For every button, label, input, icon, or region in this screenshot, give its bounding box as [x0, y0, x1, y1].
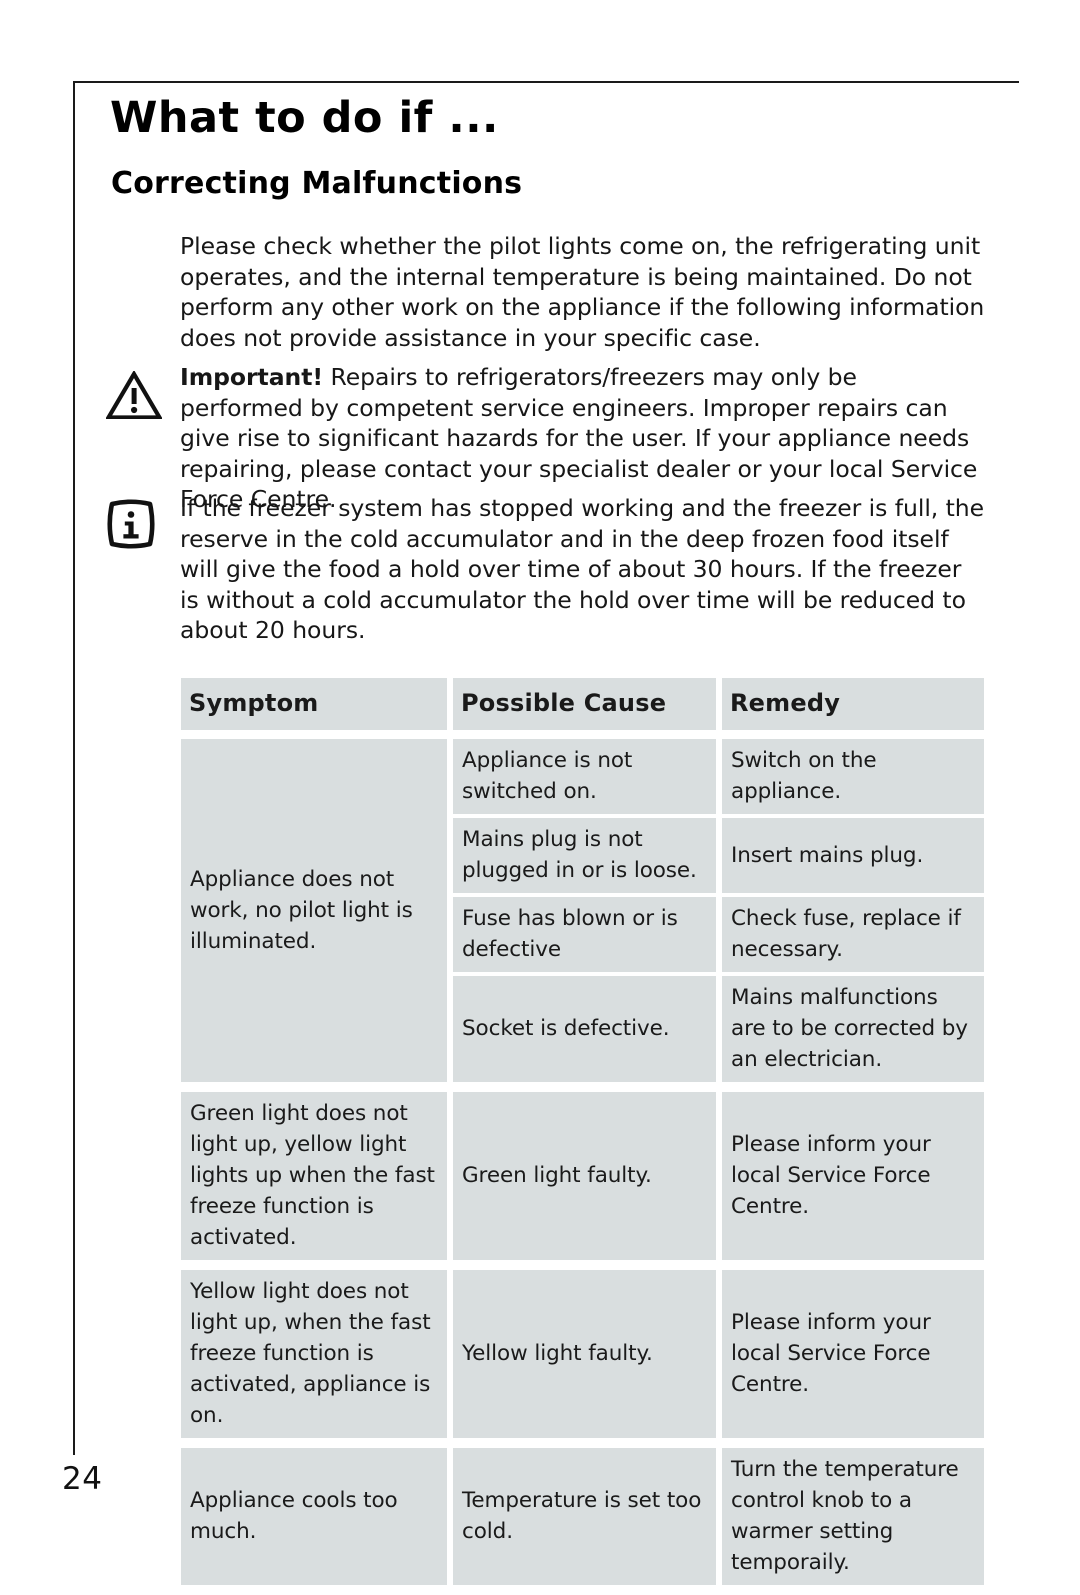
table-cell-remedy-text: Switch on the appliance.: [731, 748, 877, 804]
table-cell-remedy: Mains malfunctions are to be corrected b…: [722, 976, 984, 1082]
table-header-cause-label: Possible Cause: [461, 689, 667, 717]
table-cell-symptom: Appliance does not work, no pilot light …: [181, 739, 447, 1082]
table-cell-remedy: Switch on the appliance.: [722, 739, 984, 814]
table-cell-symptom-text: Green light does not light up, yellow li…: [190, 1101, 435, 1250]
table-header-remedy: Remedy: [722, 678, 984, 730]
table-cell-remedy: Please inform your local Service Force C…: [722, 1092, 984, 1260]
table-row-group: Appliance does not work, no pilot light …: [181, 739, 984, 1082]
intro-paragraph: Please check whether the pilot lights co…: [180, 232, 985, 352]
table-row: Fuse has blown or is defective Check fus…: [453, 897, 984, 972]
table-cell-cause-text: Temperature is set too cold.: [462, 1488, 702, 1544]
malfunction-table: Symptom Possible Cause Remedy Appliance …: [181, 678, 984, 1595]
table-cell-remedy-text: Turn the temperature control knob to a w…: [731, 1457, 959, 1575]
table-row-group: Green light does not light up, yellow li…: [181, 1092, 984, 1260]
table-header-symptom-label: Symptom: [189, 689, 319, 717]
table-row: Mains plug is not plugged in or is loose…: [453, 818, 984, 893]
table-cell-symptom: Yellow light does not light up, when the…: [181, 1270, 447, 1438]
table-row: Appliance is not switched on. Switch on …: [453, 739, 984, 814]
table-cell-symptom: Appliance cools too much.: [181, 1448, 447, 1585]
table-cell-remedy: Check fuse, replace if necessary.: [722, 897, 984, 972]
table-header-symptom: Symptom: [181, 678, 447, 730]
table-cell-cause: Fuse has blown or is defective: [453, 897, 716, 972]
table-cell-cause-text: Yellow light faulty.: [462, 1341, 653, 1366]
table-cell-remedy-text: Please inform your local Service Force C…: [731, 1132, 931, 1219]
table-row: Socket is defective. Mains malfunctions …: [453, 976, 984, 1082]
section-title: Correcting Malfunctions: [111, 166, 523, 201]
table-row-group: Yellow light does not light up, when the…: [181, 1270, 984, 1438]
table-cell-remedy: Turn the temperature control knob to a w…: [722, 1448, 984, 1585]
important-lead: Important!: [180, 363, 324, 391]
table-cell-cause-text: Fuse has blown or is defective: [462, 906, 678, 962]
table-cell-cause: Temperature is set too cold.: [453, 1448, 716, 1585]
table-cell-remedy: Insert mains plug.: [722, 818, 984, 893]
table-cell-remedy: Please inform your local Service Force C…: [722, 1270, 984, 1438]
information-icon: [107, 499, 155, 549]
table-cell-cause-text: Appliance is not switched on.: [462, 748, 633, 804]
table-cell-cause: Socket is defective.: [453, 976, 716, 1082]
table-cell-cause-text: Socket is defective.: [462, 1016, 670, 1041]
table-header-row: Symptom Possible Cause Remedy: [181, 678, 984, 730]
table-cell-cause: Green light faulty.: [453, 1092, 716, 1260]
table-row-group: Appliance cools too much. Temperature is…: [181, 1448, 984, 1585]
warning-triangle-icon: [106, 371, 162, 419]
page-left-rule: [73, 81, 75, 1455]
table-cause-remedy-stack: Appliance is not switched on. Switch on …: [453, 739, 984, 1082]
table-cell-symptom-text: Appliance cools too much.: [190, 1488, 398, 1544]
table-cell-remedy-text: Insert mains plug.: [731, 842, 924, 868]
page-top-rule: [73, 81, 1019, 83]
table-cell-cause: Yellow light faulty.: [453, 1270, 716, 1438]
table-header-remedy-label: Remedy: [730, 689, 841, 717]
table-cell-cause-text: Green light faulty.: [462, 1163, 652, 1188]
table-cell-symptom-text: Yellow light does not light up, when the…: [190, 1279, 431, 1428]
table-cell-symptom: Green light does not light up, yellow li…: [181, 1092, 447, 1260]
table-cell-remedy-text: Please inform your local Service Force C…: [731, 1310, 931, 1397]
table-cell-symptom-text: Appliance does not work, no pilot light …: [190, 866, 413, 954]
table-cell-remedy-text: Mains malfunctions are to be corrected b…: [731, 985, 968, 1072]
table-cell-remedy-text: Check fuse, replace if necessary.: [731, 906, 961, 962]
note-paragraph: If the freezer system has stopped workin…: [180, 494, 985, 645]
table-cell-cause: Appliance is not switched on.: [453, 739, 716, 814]
table-cell-cause: Mains plug is not plugged in or is loose…: [453, 818, 716, 893]
page-number: 24: [62, 1461, 103, 1497]
table-header-cause: Possible Cause: [453, 678, 716, 730]
table-cell-cause-text: Mains plug is not plugged in or is loose…: [462, 827, 697, 883]
page-title: What to do if ...: [110, 93, 499, 143]
